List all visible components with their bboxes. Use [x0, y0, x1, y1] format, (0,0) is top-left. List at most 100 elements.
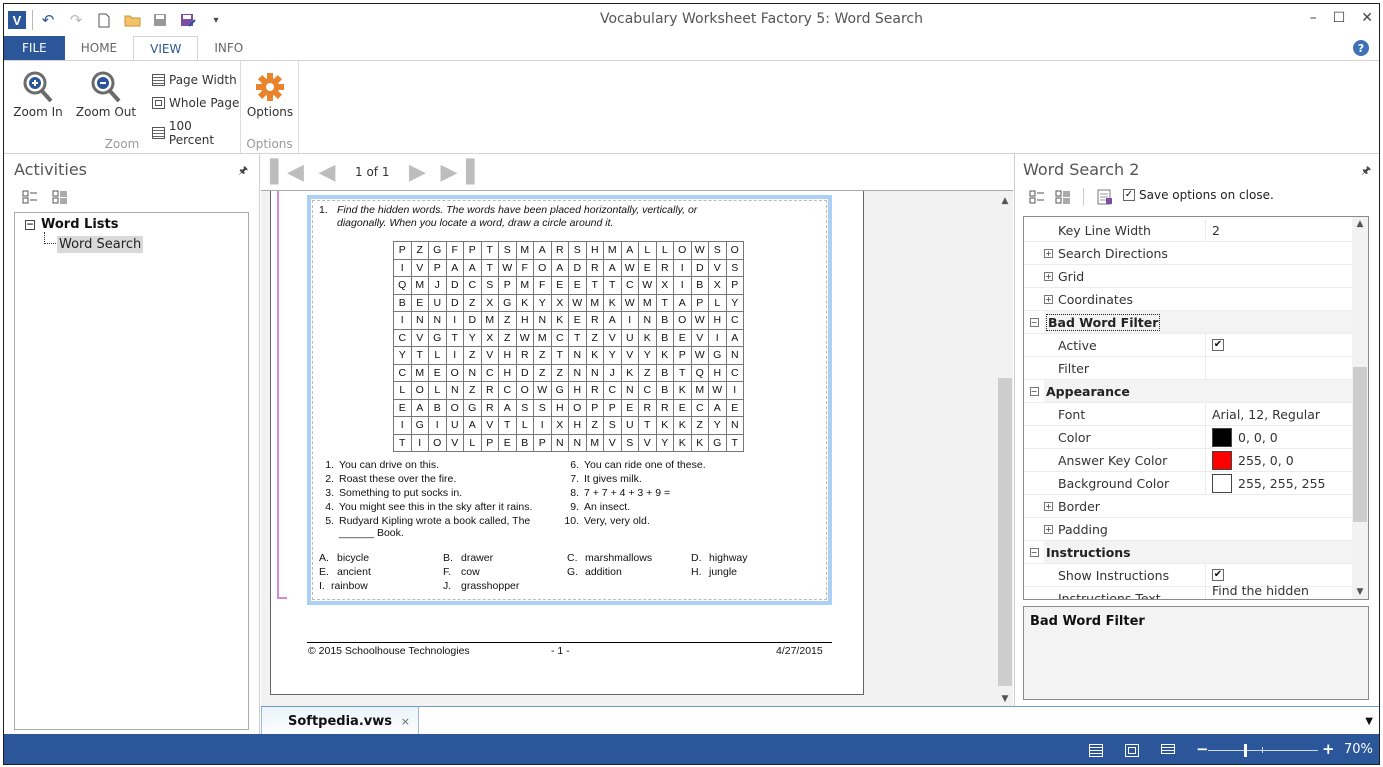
expand-icon[interactable]: + [1044, 271, 1053, 281]
property-row[interactable]: Key Line Width 2 [1024, 219, 1352, 242]
help-icon[interactable]: ? [1353, 40, 1369, 56]
property-value[interactable]: 0, 0, 0 [1206, 427, 1352, 447]
scrollbar-thumb[interactable] [998, 378, 1012, 686]
property-row[interactable]: + Padding [1024, 518, 1352, 541]
collapse-all-icon[interactable] [22, 190, 38, 204]
property-scrollbar[interactable]: ▲ ▼ [1352, 217, 1368, 599]
doc-tab-softpedia[interactable]: Softpedia.vws × [261, 707, 419, 735]
grid-cell: W [690, 311, 709, 330]
whole-page-label: Whole Page [169, 96, 240, 110]
property-row[interactable]: Answer Key Color 255, 0, 0 [1024, 449, 1352, 472]
property-row[interactable]: Color 0, 0, 0 [1024, 426, 1352, 449]
scroll-up-icon[interactable]: ▲ [997, 196, 1013, 206]
grid-cell: E [620, 398, 639, 417]
footer-date: 4/27/2015 [776, 645, 823, 657]
zoom-out-icon[interactable]: − [1196, 740, 1209, 758]
grid-cell: L [428, 381, 447, 400]
close-tab-icon[interactable]: × [401, 715, 410, 728]
categorized-icon[interactable] [1029, 190, 1045, 204]
property-row[interactable]: Instructions Text Find the hidden words. [1024, 583, 1352, 599]
scroll-down-icon[interactable]: ▼ [1352, 587, 1368, 597]
expand-all-icon[interactable] [1055, 190, 1071, 204]
pin-icon[interactable]: 🖈︎ [238, 162, 248, 181]
color-swatch[interactable] [1212, 450, 1232, 470]
property-category[interactable]: − Bad Word Filter [1024, 311, 1352, 334]
row-gutter [1024, 334, 1044, 356]
save-options-checkbox[interactable]: ✓ Save options on close. [1123, 188, 1274, 202]
property-value[interactable]: 255, 0, 0 [1206, 450, 1352, 470]
property-description: Bad Word Filter [1023, 606, 1369, 700]
color-swatch[interactable] [1212, 473, 1232, 493]
zoom-out-button[interactable]: Zoom Out [74, 69, 138, 119]
property-category[interactable]: − Instructions [1024, 541, 1352, 564]
property-row[interactable]: Active ✔ [1024, 334, 1352, 357]
grid-cell: R [480, 398, 499, 417]
collapse-icon[interactable]: − [1029, 547, 1039, 557]
scroll-up-icon[interactable]: ▲ [1352, 219, 1368, 229]
property-row[interactable]: + Search Directions [1024, 242, 1352, 265]
collapse-icon[interactable]: − [1029, 386, 1039, 396]
zoom-slider[interactable] [1208, 744, 1318, 757]
expand-icon[interactable]: + [1044, 501, 1053, 511]
property-row[interactable]: Font Arial, 12, Regular [1024, 403, 1352, 426]
checkbox[interactable]: ✔ [1212, 339, 1224, 351]
worksheet-block[interactable]: 1. Find the hidden words. The words have … [307, 195, 832, 605]
tab-info[interactable]: INFO [198, 36, 259, 60]
color-swatch[interactable] [1212, 427, 1232, 447]
property-row[interactable]: + Border [1024, 495, 1352, 518]
instruction-number: 1. [319, 204, 328, 216]
page-width-view-icon[interactable] [1089, 744, 1103, 757]
property-value[interactable]: Arial, 12, Regular [1206, 407, 1352, 422]
property-row[interactable]: + Grid [1024, 265, 1352, 288]
tab-home[interactable]: HOME [65, 36, 133, 60]
pin-icon[interactable]: 🖈︎ [1361, 162, 1371, 181]
property-name: Instructions Text [1044, 587, 1206, 599]
expand-icon[interactable]: + [1044, 524, 1053, 534]
property-value[interactable]: ✔ [1206, 339, 1352, 351]
collapse-icon[interactable]: − [25, 219, 35, 230]
zoom-slider-thumb[interactable] [1244, 744, 1247, 757]
grid-row: IGIUAVTLIXHZSUTKKZYN [393, 416, 744, 435]
next-page-button[interactable]: ▶ [397, 160, 437, 185]
checkbox[interactable]: ✔ [1212, 569, 1224, 581]
tab-list-dropdown-icon[interactable]: ▼ [1365, 716, 1373, 727]
property-row[interactable]: Filter [1024, 357, 1352, 380]
property-value[interactable]: Find the hidden words. [1206, 583, 1352, 599]
tree-node-word-lists[interactable]: − Word Lists [25, 217, 118, 232]
zoom-in-button[interactable]: Zoom In [8, 69, 68, 119]
property-value[interactable]: ✔ [1206, 569, 1352, 581]
expand-icon[interactable]: + [1044, 294, 1053, 304]
property-value[interactable]: 255, 255, 255 [1206, 473, 1352, 493]
tab-view[interactable]: VIEW [133, 36, 199, 61]
save-defaults-icon[interactable] [1097, 189, 1113, 205]
collapse-icon[interactable]: − [1029, 317, 1039, 327]
grid-cell: D [445, 293, 464, 312]
expand-icon[interactable]: + [1044, 248, 1053, 258]
checkbox[interactable]: ✓ [1123, 189, 1135, 201]
tab-file[interactable]: FILE [4, 36, 65, 60]
close-button[interactable]: ✕ [1361, 10, 1373, 26]
expand-all-icon[interactable] [52, 190, 68, 204]
page-width-button[interactable]: Page Width [152, 73, 237, 87]
tree-node-word-search[interactable]: Word Search [57, 236, 144, 253]
options-button[interactable]: Options [241, 69, 299, 119]
scrollbar-thumb[interactable] [1353, 367, 1367, 522]
whole-page-icon [152, 97, 165, 109]
property-value[interactable]: 2 [1206, 223, 1352, 238]
property-row[interactable]: + Coordinates [1024, 288, 1352, 311]
first-page-button[interactable]: ▌◀ [267, 160, 307, 185]
scroll-down-icon[interactable]: ▼ [997, 694, 1013, 704]
document-scrollbar[interactable]: ▲ ▼ [997, 192, 1013, 706]
last-page-button[interactable]: ▶▐ [437, 160, 477, 185]
zoom-in-icon[interactable]: + [1322, 740, 1335, 758]
property-row[interactable]: Background Color 255, 255, 255 [1024, 472, 1352, 495]
previous-page-button[interactable]: ◀ [307, 160, 347, 185]
whole-page-view-icon[interactable] [1125, 744, 1139, 757]
minimize-button[interactable]: – [1310, 10, 1317, 26]
maximize-button[interactable]: ☐ [1333, 10, 1346, 26]
property-label: Font [1058, 406, 1086, 422]
property-category[interactable]: − Appearance [1024, 380, 1352, 403]
grid-cell: N [620, 381, 639, 400]
100-percent-view-icon[interactable] [1161, 744, 1175, 754]
whole-page-button[interactable]: Whole Page [152, 96, 239, 110]
